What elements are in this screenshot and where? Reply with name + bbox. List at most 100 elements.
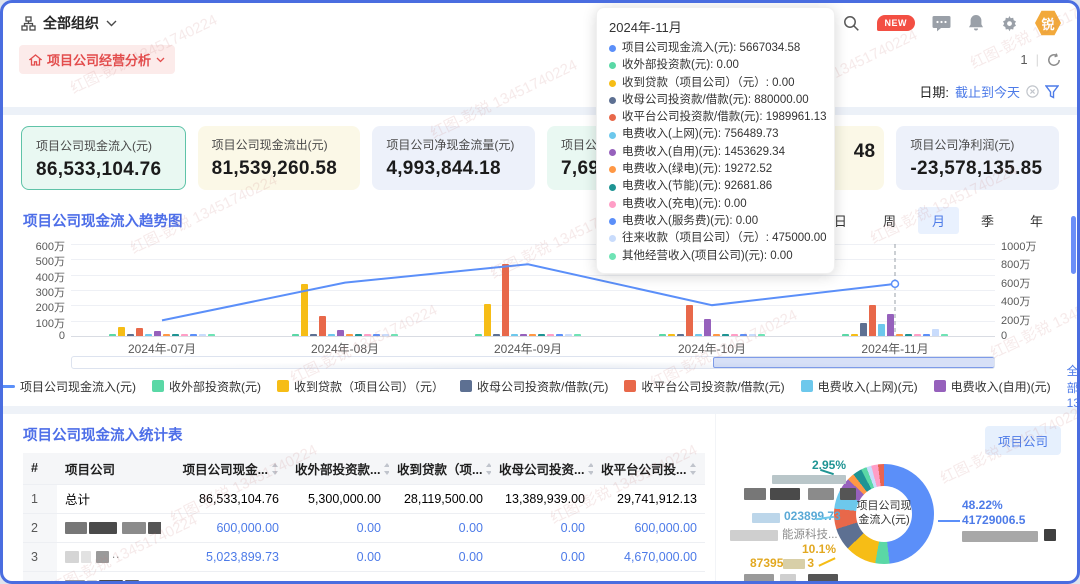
legend-item[interactable]: 收到贷款（项目公司）（元） [277, 378, 444, 395]
bar-电费收入(自用)(元)[interactable] [887, 314, 894, 336]
bar-电费收入(自用)(元)[interactable] [337, 330, 344, 336]
column-header-7[interactable]: 收平台公司投... [593, 453, 705, 484]
bar-收母公司投资款/借款(元)[interactable] [493, 334, 500, 336]
bar-收母公司投资款/借款(元)[interactable] [310, 334, 317, 336]
bar-电费收入(服务费)(元)[interactable] [923, 334, 930, 336]
legend-item[interactable]: 电费收入(自用)(元) [934, 378, 1051, 395]
period-tab-年[interactable]: 年 [1016, 207, 1057, 234]
bar-收平台公司投资款/借款(元)[interactable] [869, 305, 876, 336]
value-cell[interactable]: 0.00 [389, 513, 491, 542]
bar-收平台公司投资款/借款(元)[interactable] [686, 305, 693, 336]
value-cell[interactable]: 600,000.00 [161, 513, 287, 542]
bar-电费收入(节能)(元)[interactable] [172, 334, 179, 336]
gear-icon[interactable] [1001, 15, 1018, 32]
refresh-icon[interactable] [1047, 53, 1061, 67]
bar-往来收款（项目公司）（元）[interactable] [749, 334, 756, 336]
bar-往来收款（项目公司）（元）[interactable] [199, 334, 206, 336]
data-zoom-window[interactable] [713, 357, 995, 368]
org-selector[interactable]: 全部组织 [21, 13, 117, 33]
tab-project-analysis[interactable]: 项目公司经营分析 [19, 45, 175, 74]
bar-电费收入(绿电)(元)[interactable] [529, 334, 536, 336]
legend-item[interactable]: 收外部投资款(元) [152, 378, 261, 395]
legend-show-all-link[interactable]: 全部 13 [1067, 362, 1080, 410]
bar-电费收入(自用)(元)[interactable] [520, 334, 527, 336]
value-cell[interactable]: 200,000.00 [161, 571, 287, 584]
sort-icon[interactable] [587, 463, 593, 478]
kpi-card-2[interactable]: 项目公司现金流出(元)81,539,260.58 [198, 126, 361, 190]
bar-收到贷款（项目公司）（元）[interactable] [118, 327, 125, 336]
bar-收外部投资款(元)[interactable] [475, 334, 482, 336]
value-cell[interactable]: 0.00 [287, 571, 389, 584]
value-cell[interactable]: 0.00 [491, 571, 593, 584]
bar-收到贷款（项目公司）（元）[interactable] [668, 334, 675, 336]
sort-icon[interactable] [383, 463, 389, 478]
bar-收到贷款（项目公司）（元）[interactable] [851, 334, 858, 336]
bar-往来收款（项目公司）（元）[interactable] [932, 329, 939, 336]
sort-icon[interactable] [689, 463, 697, 478]
sort-icon[interactable] [485, 463, 491, 478]
bar-电费收入(绿电)(元)[interactable] [713, 334, 720, 336]
bar-收平台公司投资款/借款(元)[interactable] [502, 264, 509, 336]
bar-其他经营收入(项目公司)(元)[interactable] [208, 334, 215, 336]
legend-item[interactable]: 电费收入(上网)(元) [801, 378, 918, 395]
bar-电费收入(服务费)(元)[interactable] [740, 334, 747, 336]
value-cell[interactable]: 0.00 [389, 571, 491, 584]
search-icon[interactable] [843, 15, 860, 32]
bar-其他经营收入(项目公司)(元)[interactable] [758, 334, 765, 336]
date-filter-value[interactable]: 截止到今天 [955, 82, 1020, 101]
bar-电费收入(上网)(元)[interactable] [695, 334, 702, 336]
bar-电费收入(上网)(元)[interactable] [878, 324, 885, 336]
kpi-card-6[interactable]: 项目公司净利润(元)-23,578,135.85 [896, 126, 1059, 190]
bar-收到贷款（项目公司）（元）[interactable] [301, 284, 308, 336]
bar-电费收入(充电)(元)[interactable] [181, 334, 188, 336]
value-cell[interactable]: 0.00 [491, 542, 593, 571]
bar-电费收入(绿电)(元)[interactable] [163, 334, 170, 336]
bar-收母公司投资款/借款(元)[interactable] [127, 334, 134, 336]
bar-收母公司投资款/借款(元)[interactable] [677, 334, 684, 336]
column-header-3[interactable]: 项目公司现金... [161, 453, 287, 484]
bar-往来收款（项目公司）（元）[interactable] [565, 334, 572, 336]
bar-收母公司投资款/借款(元)[interactable] [860, 323, 867, 336]
bar-往来收款（项目公司）（元）[interactable] [382, 334, 389, 336]
user-avatar[interactable]: 锐 [1035, 10, 1061, 36]
pie-filter-button[interactable]: 项目公司 [985, 426, 1061, 455]
bar-收外部投资款(元)[interactable] [292, 334, 299, 336]
bar-电费收入(绿电)(元)[interactable] [346, 334, 353, 336]
value-cell[interactable]: 0.00 [287, 513, 389, 542]
bar-电费收入(服务费)(元)[interactable] [190, 334, 197, 336]
bar-电费收入(充电)(元)[interactable] [914, 334, 921, 336]
period-tab-周[interactable]: 周 [869, 207, 910, 234]
bar-其他经营收入(项目公司)(元)[interactable] [574, 334, 581, 336]
bar-电费收入(自用)(元)[interactable] [154, 331, 161, 336]
kpi-card-3[interactable]: 项目公司净现金流量(元)4,993,844.18 [372, 126, 535, 190]
bar-电费收入(节能)(元)[interactable] [722, 334, 729, 336]
bar-电费收入(自用)(元)[interactable] [704, 319, 711, 336]
bar-收平台公司投资款/借款(元)[interactable] [319, 316, 326, 336]
value-cell[interactable]: 5,023,899.73 [161, 542, 287, 571]
bar-收外部投资款(元)[interactable] [109, 334, 116, 336]
bar-电费收入(上网)(元)[interactable] [511, 334, 518, 336]
bar-电费收入(上网)(元)[interactable] [145, 334, 152, 336]
bell-icon[interactable] [968, 14, 984, 32]
legend-item[interactable]: 收平台公司投资款/借款(元) [624, 378, 784, 395]
bar-电费收入(充电)(元)[interactable] [731, 334, 738, 336]
bar-电费收入(节能)(元)[interactable] [538, 334, 545, 336]
value-cell[interactable]: 0.00 [287, 542, 389, 571]
bar-电费收入(服务费)(元)[interactable] [556, 334, 563, 336]
clear-filter-icon[interactable] [1026, 85, 1039, 98]
column-header-5[interactable]: 收到贷款（项... [389, 453, 491, 484]
bar-其他经营收入(项目公司)(元)[interactable] [391, 334, 398, 336]
period-tab-月[interactable]: 月 [918, 207, 959, 234]
trend-chart[interactable]: 600万500万400万300万200万100万01000万800万600万40… [23, 238, 1057, 356]
kpi-card-1[interactable]: 项目公司现金流入(元)86,533,104.76 [21, 126, 186, 190]
bar-收外部投资款(元)[interactable] [659, 334, 666, 336]
bar-电费收入(充电)(元)[interactable] [547, 334, 554, 336]
new-badge[interactable]: NEW [877, 15, 916, 31]
column-header-4[interactable]: 收外部投资款... [287, 453, 389, 484]
period-tab-季[interactable]: 季 [967, 207, 1008, 234]
bar-收外部投资款(元)[interactable] [842, 334, 849, 336]
value-cell[interactable]: 600,000.00 [593, 513, 705, 542]
legend-item[interactable]: 项目公司现金流入(元) [0, 378, 136, 395]
value-cell[interactable]: 0.00 [389, 542, 491, 571]
bar-收平台公司投资款/借款(元)[interactable] [136, 328, 143, 336]
